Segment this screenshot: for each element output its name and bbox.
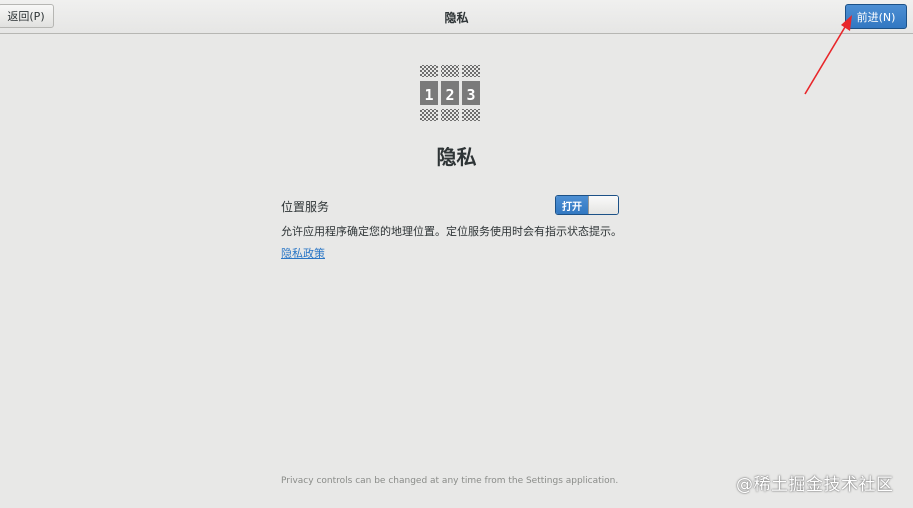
privacy-123-logo-icon: 1 2 3 — [420, 65, 480, 121]
logo-digit-3: 3 — [466, 86, 475, 104]
red-arrow-annotation-icon — [804, 15, 852, 95]
toggle-on-label: 打开 — [556, 196, 588, 214]
logo-digit-1: 1 — [424, 86, 433, 104]
logo-digit-2: 2 — [445, 86, 454, 104]
privacy-policy-link[interactable]: 隐私政策 — [281, 245, 325, 261]
location-services-description: 允许应用程序确定您的地理位置。定位服务使用时会有指示状态提示。 — [281, 225, 622, 238]
watermark: @稀土掘金技术社区 — [736, 475, 894, 495]
privacy-setup-window: 返回(P) 隐私 前进(N) 1 2 3 隐私 位置服务 打开 允许应用程序确定… — [0, 0, 913, 508]
location-services-toggle[interactable]: 打开 — [555, 195, 619, 215]
location-services-label: 位置服务 — [281, 200, 330, 214]
footer-note: Privacy controls can be changed at any t… — [281, 476, 619, 486]
toggle-knob[interactable] — [588, 196, 618, 214]
window-title: 隐私 — [444, 11, 469, 25]
page-heading: 隐私 — [436, 145, 477, 169]
header-bar: 返回(P) 隐私 前进(N) — [0, 0, 913, 34]
